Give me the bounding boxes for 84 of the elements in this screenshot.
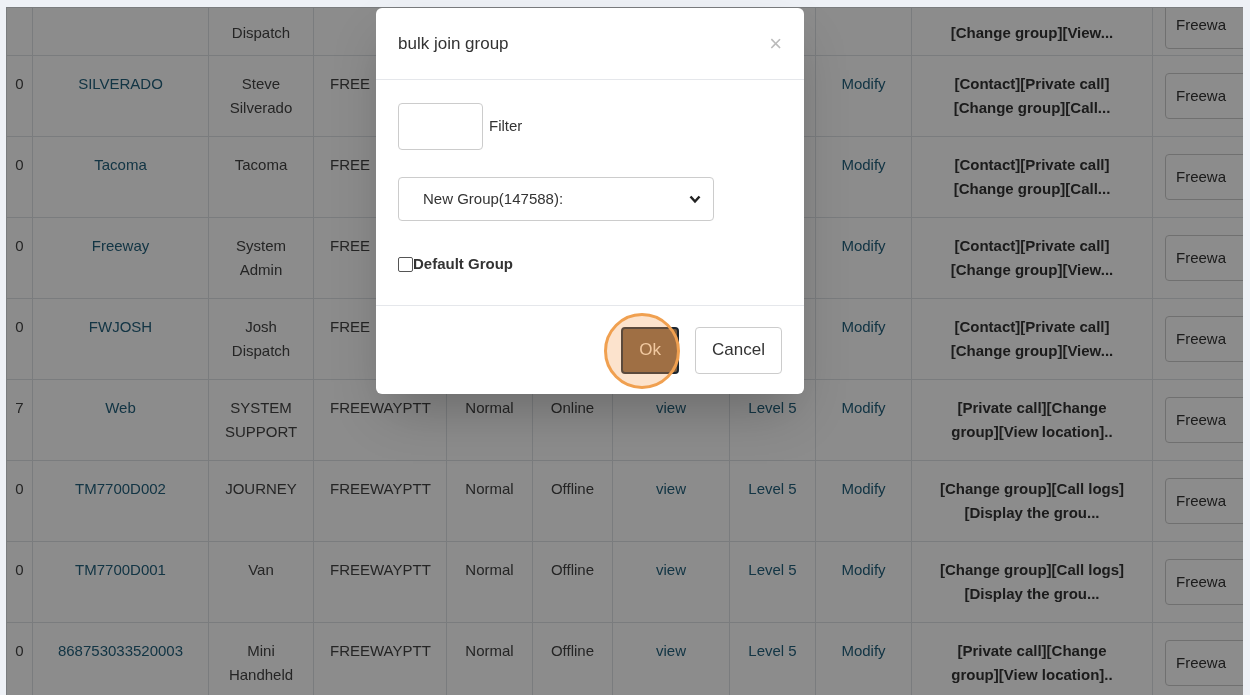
- table-link[interactable]: Modify: [841, 318, 886, 335]
- chevron-down-icon: [689, 194, 701, 204]
- table-cell-text: [Private call][Change group][View location]..: [950, 641, 1114, 685]
- table-link[interactable]: Modify: [841, 156, 886, 173]
- table-link[interactable]: Level 5: [748, 480, 797, 497]
- filter-field[interactable]: [398, 103, 483, 150]
- table-cell: Normal: [465, 480, 514, 497]
- table-cell-text: JOURNEY: [225, 479, 297, 499]
- table-cell: 0: [15, 642, 24, 659]
- select-button[interactable]: Freewa: [1165, 478, 1243, 524]
- table-link[interactable]: Modify: [841, 399, 886, 416]
- table-cell-text: [Change group][Call logs][Display the grou...: [938, 560, 1126, 604]
- select-button[interactable]: Freewa: [1165, 8, 1243, 49]
- table-cell: Normal: [465, 561, 514, 578]
- table-link[interactable]: Tacoma: [94, 156, 147, 173]
- table-link[interactable]: FWJOSH: [88, 318, 153, 335]
- table-cell: Normal: [465, 642, 514, 659]
- table-cell: FREE: [330, 318, 370, 335]
- cancel-button[interactable]: Cancel: [695, 326, 782, 374]
- table-link[interactable]: view: [656, 561, 686, 578]
- select-button[interactable]: Freewa: [1165, 316, 1243, 362]
- table-cell: Online: [550, 399, 595, 416]
- group-select[interactable]: New Group(147588):: [398, 177, 714, 221]
- table-cell-text: System Admin: [235, 236, 287, 280]
- table-link[interactable]: view: [656, 480, 686, 497]
- table-link[interactable]: Web: [105, 399, 136, 416]
- table-cell: FREE: [330, 156, 370, 173]
- table-cell-text: Tacoma: [234, 155, 288, 175]
- table-link[interactable]: view: [656, 399, 686, 416]
- table-cell: FREEWAYPTT: [330, 642, 431, 659]
- table-link[interactable]: Modify: [841, 480, 886, 497]
- table-link[interactable]: Level 5: [748, 642, 797, 659]
- table-link[interactable]: TM7700D002: [75, 480, 166, 497]
- table-cell-text: Mini Handheld: [227, 641, 295, 685]
- table-cell: FREEWAYPTT: [330, 399, 431, 416]
- table-cell-text: Josh Dispatch: [230, 317, 292, 361]
- table-link[interactable]: Modify: [841, 237, 886, 254]
- table-link[interactable]: 868753033520003: [57, 642, 184, 659]
- table-link[interactable]: view: [656, 642, 686, 659]
- table-cell-text: [Change group][View...: [950, 23, 1114, 43]
- select-button[interactable]: Freewa: [1165, 73, 1243, 119]
- filter-label: Filter: [489, 116, 523, 137]
- table-cell: FREE: [330, 237, 370, 254]
- checkbox[interactable]: [398, 256, 413, 272]
- select-button[interactable]: Freewa: [1165, 154, 1243, 200]
- table-cell: 0: [15, 561, 24, 578]
- table-cell-text: Dispatch: [231, 23, 291, 43]
- table-cell: Offline: [550, 642, 595, 659]
- table-link[interactable]: SILVERADO: [78, 75, 163, 92]
- table-cell: 0: [15, 480, 24, 497]
- table-cell: Offline: [550, 480, 595, 497]
- table-cell-text: [Private call][Change group][View location]..: [950, 398, 1114, 442]
- table-cell-text: [Contact][Private call] [Change group][Call...: [952, 74, 1112, 118]
- ok-button[interactable]: Ok: [621, 326, 680, 374]
- select-button[interactable]: Freewa: [1165, 235, 1243, 281]
- table-cell: 0: [15, 75, 24, 92]
- table-cell: FREEWAYPTT: [330, 480, 431, 497]
- table-cell: FREE: [330, 75, 370, 92]
- table-cell-text: Van: [248, 560, 274, 580]
- table-cell-text: [Contact][Private call] [Change group][Call...: [952, 155, 1112, 199]
- select-button[interactable]: Freewa: [1165, 640, 1243, 686]
- select-button[interactable]: Freewa: [1165, 559, 1243, 605]
- table-cell: 0: [15, 237, 24, 254]
- table-link[interactable]: Modify: [841, 75, 886, 92]
- dialog-title: bulk join group: [398, 32, 509, 55]
- table-cell: 7: [15, 399, 24, 416]
- table-link[interactable]: Modify: [841, 561, 886, 578]
- table-cell: FREEWAYPTT: [330, 561, 431, 578]
- table-cell-text: [Contact][Private call] [Change group][View...: [949, 236, 1115, 280]
- table-cell-text: Steve Silverado: [228, 74, 294, 118]
- table-link[interactable]: Modify: [841, 642, 886, 659]
- checkbox-label: Default Group: [413, 254, 513, 274]
- table-cell: 0: [15, 318, 24, 335]
- select-button[interactable]: Freewa: [1165, 397, 1243, 443]
- table-cell: Normal: [465, 399, 514, 416]
- table-cell-text: [Contact][Private call] [Change group][View...: [949, 317, 1115, 361]
- table-cell-text: [Change group][Call logs][Display the grou...: [938, 479, 1126, 523]
- table-link[interactable]: Freeway: [91, 237, 150, 254]
- table-cell: Offline: [550, 561, 595, 578]
- table-cell-text: SYSTEM SUPPORT: [223, 398, 299, 442]
- table-link[interactable]: Level 5: [748, 561, 797, 578]
- table-link[interactable]: Level 5: [748, 399, 797, 416]
- table-link[interactable]: TM7700D001: [75, 561, 166, 578]
- table-cell: 0: [15, 156, 24, 173]
